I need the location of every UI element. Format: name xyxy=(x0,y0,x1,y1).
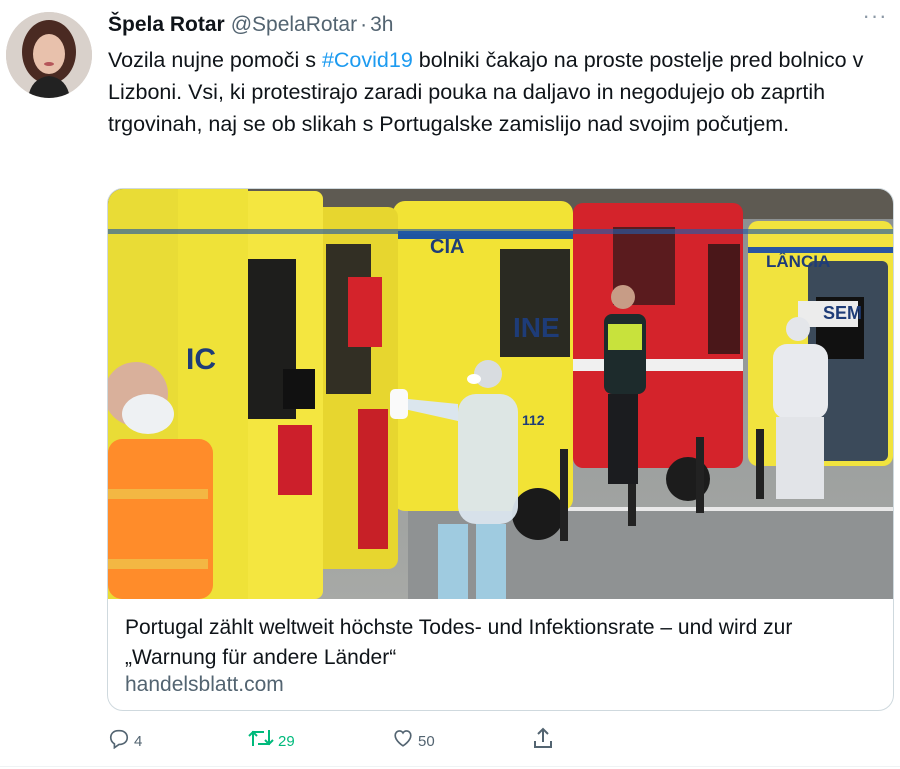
heart-icon xyxy=(394,730,412,747)
tweet-header: Špela Rotar @SpelaRotar · 3h xyxy=(108,10,880,40)
separator-dot: · xyxy=(360,13,368,36)
link-card[interactable]: SEM LÂNCIA CIA INE 112 IC Portugal zählt… xyxy=(107,188,894,711)
reply-icon xyxy=(109,729,129,749)
cia-text: CIA xyxy=(430,236,464,258)
ic-text: IC xyxy=(186,343,216,376)
tweet-time[interactable]: 3h xyxy=(370,13,393,37)
retweet-button[interactable]: 29 xyxy=(248,721,295,755)
like-button[interactable]: 50 xyxy=(392,721,435,755)
avatar[interactable] xyxy=(6,12,92,98)
ine-text: INE xyxy=(513,312,560,343)
avatar-photo xyxy=(6,12,92,98)
bottom-divider xyxy=(0,766,900,767)
sem-text: SEM xyxy=(823,303,862,323)
more-options-icon[interactable]: ··· xyxy=(860,5,890,30)
reply-count: 4 xyxy=(134,732,143,750)
card-title[interactable]: Portugal zählt weltweit höchste Todes- u… xyxy=(125,613,885,673)
retweet-count: 29 xyxy=(278,732,295,750)
lancia-text: LÂNCIA xyxy=(766,252,830,271)
card-image[interactable]: SEM LÂNCIA CIA INE 112 IC xyxy=(108,189,893,599)
tweet-text-before: Vozila nujne pomoči s xyxy=(108,48,322,72)
tweet-actions: 4 29 50 xyxy=(108,721,708,755)
author-handle[interactable]: @SpelaRotar xyxy=(231,13,357,37)
share-icon xyxy=(534,727,552,748)
reply-button[interactable]: 4 xyxy=(108,721,142,755)
share-button[interactable] xyxy=(532,721,554,755)
card-domain[interactable]: handelsblatt.com xyxy=(125,673,284,697)
retweet-icon xyxy=(248,730,274,746)
112-text: 112 xyxy=(522,412,545,428)
hashtag-link[interactable]: #Covid19 xyxy=(322,48,413,72)
author-name[interactable]: Špela Rotar xyxy=(108,13,225,37)
like-count: 50 xyxy=(418,732,435,750)
tweet-text: Vozila nujne pomoči s #Covid19 bolniki č… xyxy=(108,44,892,140)
